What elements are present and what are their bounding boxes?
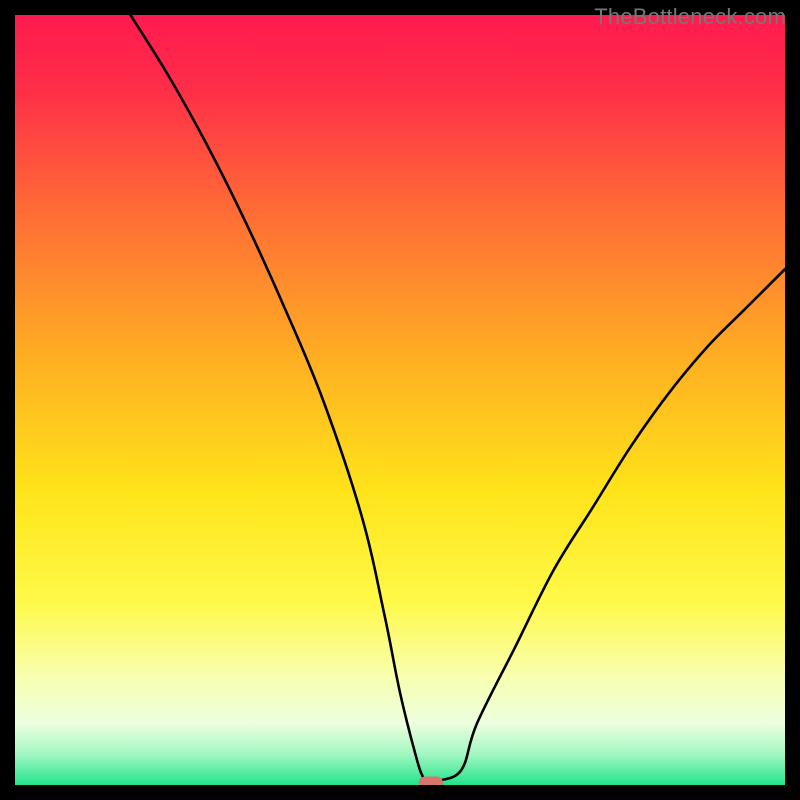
gradient-rect bbox=[15, 15, 785, 785]
optimum-marker bbox=[419, 777, 443, 786]
plot-area bbox=[15, 15, 785, 785]
plot-svg bbox=[15, 15, 785, 785]
watermark-text: TheBottleneck.com bbox=[594, 4, 786, 30]
chart-stage: TheBottleneck.com bbox=[0, 0, 800, 800]
